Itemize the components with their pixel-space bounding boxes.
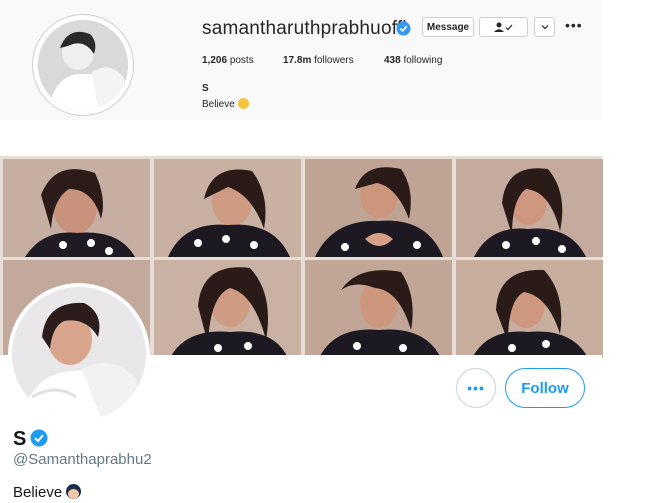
smiling-face-emoji-icon bbox=[237, 98, 249, 109]
instagram-bio: Believe bbox=[202, 98, 249, 110]
instagram-display-name: S bbox=[202, 83, 209, 94]
instagram-avatar[interactable] bbox=[32, 14, 134, 116]
posts-count: 1,206 posts bbox=[202, 55, 254, 66]
message-button[interactable]: Message bbox=[422, 17, 474, 37]
followers-count[interactable]: 17.8m followers bbox=[283, 55, 354, 66]
twitter-handle: @Samanthaprabhu2 bbox=[13, 451, 152, 468]
person-check-icon bbox=[493, 22, 512, 32]
photo-tile bbox=[305, 260, 452, 358]
twitter-avatar-photo bbox=[12, 287, 146, 421]
photo-tile bbox=[3, 159, 150, 257]
photo-tile bbox=[305, 159, 452, 257]
suggested-accounts-button[interactable] bbox=[534, 17, 555, 37]
options-ellipsis-icon[interactable]: ••• bbox=[565, 18, 583, 32]
chevron-down-icon bbox=[541, 25, 548, 30]
more-options-button[interactable]: ••• bbox=[456, 368, 496, 408]
verified-badge-icon bbox=[396, 21, 411, 36]
instagram-profile-header: samantharuthprabhuoffl Message ••• 1,206… bbox=[0, 0, 602, 120]
instagram-username: samantharuthprabhuoffl bbox=[202, 18, 407, 39]
photo-tile bbox=[154, 260, 301, 358]
photo-tile bbox=[456, 159, 603, 257]
verified-badge-icon bbox=[30, 429, 48, 447]
following-count[interactable]: 438 following bbox=[384, 55, 442, 66]
twitter-bio: Believe bbox=[13, 484, 82, 501]
following-button[interactable] bbox=[479, 17, 528, 37]
photo-tile bbox=[456, 260, 603, 358]
instagram-avatar-photo bbox=[38, 20, 128, 110]
follow-button[interactable]: Follow bbox=[505, 368, 585, 408]
ellipsis-icon: ••• bbox=[467, 380, 485, 396]
twitter-avatar[interactable] bbox=[8, 283, 150, 425]
photo-tile bbox=[154, 159, 301, 257]
person-emoji-icon bbox=[66, 484, 82, 499]
twitter-display-name: S bbox=[13, 428, 27, 450]
